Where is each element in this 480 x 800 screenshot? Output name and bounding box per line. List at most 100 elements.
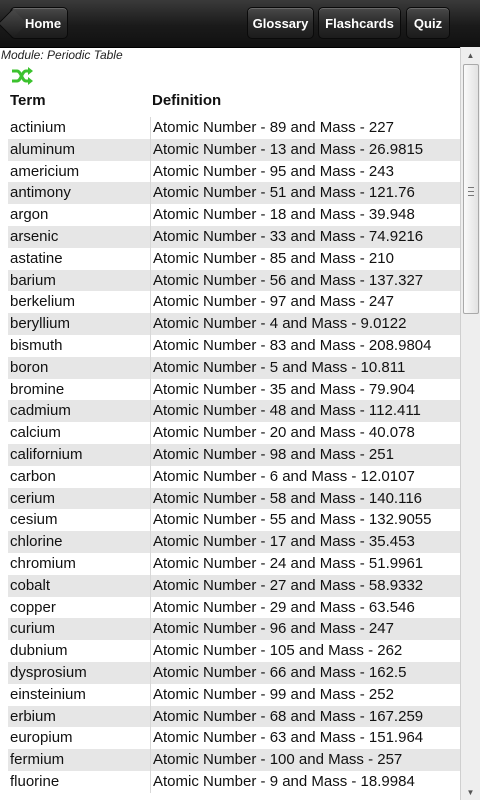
term-cell: carbon xyxy=(10,467,56,485)
definition-cell: Atomic Number - 96 and Mass - 247 xyxy=(150,618,460,641)
table-row[interactable]: curium Atomic Number - 96 and Mass - 247 xyxy=(8,618,460,641)
column-header-definition: Definition xyxy=(152,92,222,109)
table-row[interactable]: argon Atomic Number - 18 and Mass - 39.94… xyxy=(8,204,460,226)
grip-icon xyxy=(468,187,474,196)
table-row[interactable]: actinium Atomic Number - 89 and Mass - 22… xyxy=(8,117,460,139)
term-cell: europium xyxy=(10,729,73,747)
table-row[interactable]: einsteinium Atomic Number - 99 and Mass -… xyxy=(8,683,460,706)
term-cell: cesium xyxy=(10,511,58,529)
table-row[interactable]: americium Atomic Number - 95 and Mass - 2… xyxy=(8,160,460,183)
definition-cell: Atomic Number - 27 and Mass - 58.9332 xyxy=(150,574,460,597)
definition-cell: Atomic Number - 100 and Mass - 257 xyxy=(150,749,460,771)
term-cell: cadmium xyxy=(10,402,71,420)
table-row[interactable]: erbium Atomic Number - 68 and Mass - 167.… xyxy=(8,705,460,728)
table-row[interactable]: europium Atomic Number - 63 and Mass - 15… xyxy=(8,727,460,750)
scroll-up-arrow-icon[interactable]: ▲ xyxy=(461,47,480,63)
table-row[interactable]: fermium Atomic Number - 100 and Mass - 25… xyxy=(8,749,460,771)
top-toolbar: Home Glossary Flashcards Quiz xyxy=(0,0,480,48)
definition-cell: Atomic Number - 4 and Mass - 9.0122 xyxy=(150,313,460,335)
quiz-button[interactable]: Quiz xyxy=(406,7,450,39)
table-row[interactable]: astatine Atomic Number - 85 and Mass - 21… xyxy=(8,247,460,270)
table-row[interactable]: boron Atomic Number - 5 and Mass - 10.811 xyxy=(8,356,460,379)
definition-cell: Atomic Number - 68 and Mass - 167.259 xyxy=(150,705,460,728)
definition-cell: Atomic Number - 63 and Mass - 151.964 xyxy=(150,727,460,750)
table-row[interactable]: copper Atomic Number - 29 and Mass - 63.5… xyxy=(8,596,460,619)
table-row[interactable]: carbon Atomic Number - 6 and Mass - 12.01… xyxy=(8,465,460,488)
term-cell: arsenic xyxy=(10,227,59,245)
table-row[interactable]: bromine Atomic Number - 35 and Mass - 79.… xyxy=(8,378,460,401)
definition-cell: Atomic Number - 17 and Mass - 35.453 xyxy=(150,531,460,553)
table-row[interactable]: chlorine Atomic Number - 17 and Mass - 35… xyxy=(8,531,460,553)
home-button[interactable]: Home xyxy=(0,7,68,39)
table-row[interactable]: antimony Atomic Number - 51 and Mass - 12… xyxy=(8,182,460,205)
definition-cell: Atomic Number - 51 and Mass - 121.76 xyxy=(150,182,460,205)
scroll-thumb[interactable] xyxy=(463,64,479,314)
term-cell: argon xyxy=(10,206,49,224)
table-row[interactable]: cesium Atomic Number - 55 and Mass - 132.… xyxy=(8,509,460,532)
table-row[interactable]: bismuth Atomic Number - 83 and Mass - 208… xyxy=(8,334,460,357)
table-row[interactable]: chromium Atomic Number - 24 and Mass - 51… xyxy=(8,552,460,575)
term-cell: barium xyxy=(10,271,56,289)
flashcards-button[interactable]: Flashcards xyxy=(318,7,401,39)
glossary-table: actinium Atomic Number - 89 and Mass - 22… xyxy=(8,117,460,793)
term-cell: chlorine xyxy=(10,533,63,551)
table-row[interactable]: berkelium Atomic Number - 97 and Mass - 2… xyxy=(8,291,460,314)
definition-cell: Atomic Number - 13 and Mass - 26.9815 xyxy=(150,138,460,161)
definition-cell: Atomic Number - 66 and Mass - 162.5 xyxy=(150,661,460,684)
flashcards-button-label: Flashcards xyxy=(325,15,394,31)
definition-cell: Atomic Number - 24 and Mass - 51.9961 xyxy=(150,552,460,575)
definition-cell: Atomic Number - 97 and Mass - 247 xyxy=(150,291,460,314)
term-cell: americium xyxy=(10,162,80,180)
table-row[interactable]: dubnium Atomic Number - 105 and Mass - 26… xyxy=(8,640,460,662)
scroll-down-arrow-icon[interactable]: ▼ xyxy=(461,784,480,800)
table-row[interactable]: calcium Atomic Number - 20 and Mass - 40.… xyxy=(8,422,460,444)
definition-cell: Atomic Number - 5 and Mass - 10.811 xyxy=(150,356,460,379)
term-cell: curium xyxy=(10,620,56,638)
table-row[interactable]: aluminum Atomic Number - 13 and Mass - 26… xyxy=(8,138,460,161)
definition-cell: Atomic Number - 29 and Mass - 63.546 xyxy=(150,596,460,619)
term-cell: berkelium xyxy=(10,293,76,311)
term-cell: erbium xyxy=(10,707,56,725)
definition-cell: Atomic Number - 9 and Mass - 18.9984 xyxy=(150,770,460,793)
term-cell: cerium xyxy=(10,489,56,507)
table-row[interactable]: californium Atomic Number - 98 and Mass -… xyxy=(8,443,460,466)
table-row[interactable]: beryllium Atomic Number - 4 and Mass - 9.… xyxy=(8,313,460,335)
definition-cell: Atomic Number - 55 and Mass - 132.9055 xyxy=(150,509,460,532)
term-cell: copper xyxy=(10,598,56,616)
term-cell: chromium xyxy=(10,554,76,572)
term-cell: aluminum xyxy=(10,140,76,158)
term-cell: dysprosium xyxy=(10,663,87,681)
definition-cell: Atomic Number - 83 and Mass - 208.9804 xyxy=(150,334,460,357)
definition-cell: Atomic Number - 95 and Mass - 243 xyxy=(150,160,460,183)
glossary-button[interactable]: Glossary xyxy=(247,7,314,39)
table-row[interactable]: cerium Atomic Number - 58 and Mass - 140.… xyxy=(8,487,460,510)
term-cell: beryllium xyxy=(10,315,71,333)
definition-cell: Atomic Number - 98 and Mass - 251 xyxy=(150,443,460,466)
definition-cell: Atomic Number - 6 and Mass - 12.0107 xyxy=(150,465,460,488)
term-cell: fermium xyxy=(10,751,65,769)
table-row[interactable]: dysprosium Atomic Number - 66 and Mass - … xyxy=(8,661,460,684)
vertical-scrollbar[interactable]: ▲ ▼ xyxy=(460,47,480,800)
term-cell: actinium xyxy=(10,119,66,136)
shuffle-icon[interactable] xyxy=(11,67,33,85)
home-button-label: Home xyxy=(24,15,62,31)
term-cell: californium xyxy=(10,445,83,463)
definition-cell: Atomic Number - 58 and Mass - 140.116 xyxy=(150,487,460,510)
term-cell: fluorine xyxy=(10,772,60,790)
table-row[interactable]: cadmium Atomic Number - 48 and Mass - 112… xyxy=(8,400,460,423)
module-label: Module: Periodic Table xyxy=(1,48,123,62)
definition-cell: Atomic Number - 20 and Mass - 40.078 xyxy=(150,422,460,444)
table-row[interactable]: arsenic Atomic Number - 33 and Mass - 74.… xyxy=(8,225,460,248)
definition-cell: Atomic Number - 89 and Mass - 227 xyxy=(150,117,460,139)
definition-cell: Atomic Number - 99 and Mass - 252 xyxy=(150,683,460,706)
table-row[interactable]: barium Atomic Number - 56 and Mass - 137.… xyxy=(8,269,460,292)
term-cell: dubnium xyxy=(10,642,68,660)
quiz-button-label: Quiz xyxy=(413,15,443,31)
table-row[interactable]: cobalt Atomic Number - 27 and Mass - 58.9… xyxy=(8,574,460,597)
table-row[interactable]: fluorine Atomic Number - 9 and Mass - 18.… xyxy=(8,770,460,793)
column-header-term: Term xyxy=(10,92,46,109)
term-cell: bromine xyxy=(10,380,65,398)
term-cell: astatine xyxy=(10,249,63,267)
term-cell: bismuth xyxy=(10,336,63,354)
definition-cell: Atomic Number - 56 and Mass - 137.327 xyxy=(150,269,460,292)
